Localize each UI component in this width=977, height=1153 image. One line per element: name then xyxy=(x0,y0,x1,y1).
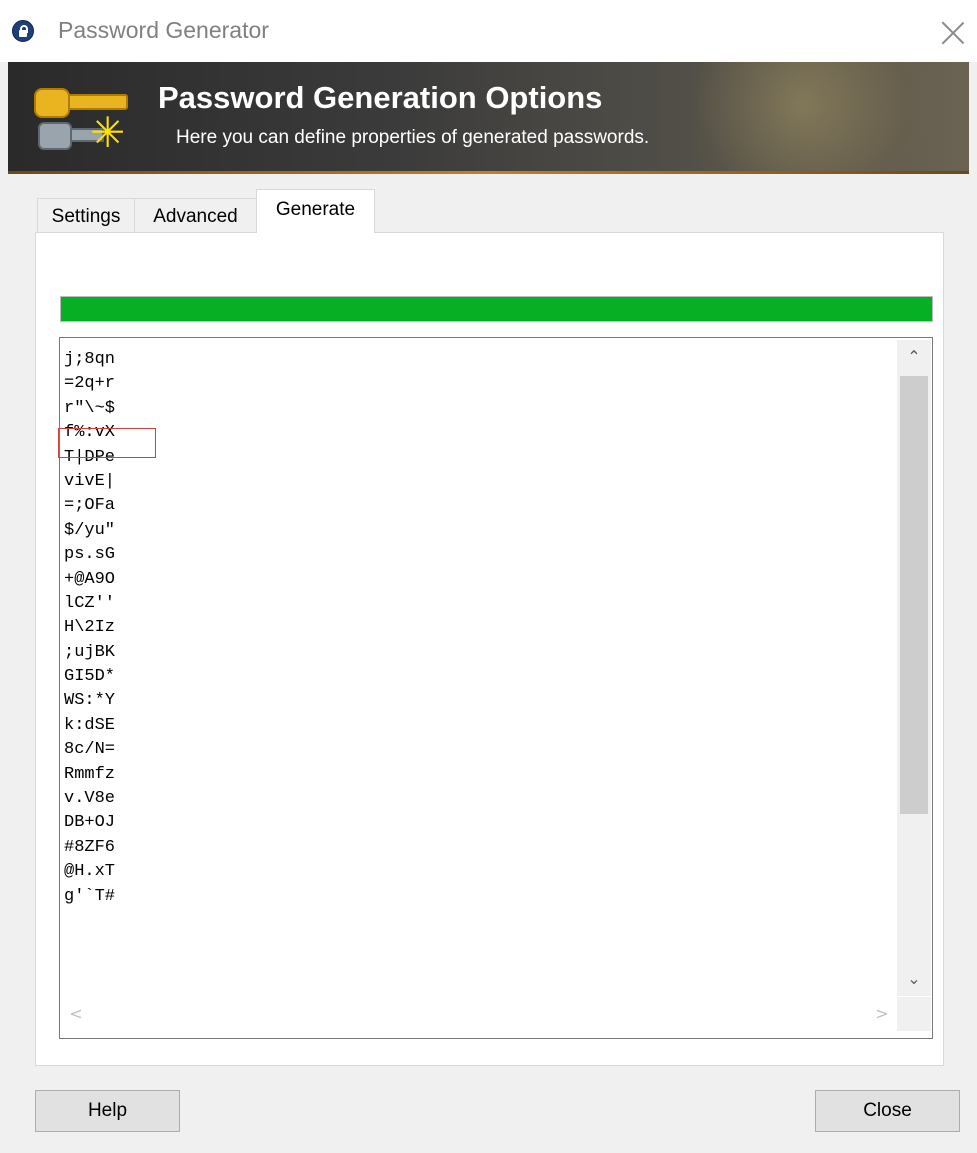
horizontal-scrollbar[interactable]: < > xyxy=(61,997,897,1031)
password-item: Rmmfz xyxy=(64,764,116,784)
password-item: 8c/N= xyxy=(64,740,116,760)
generated-passwords-textbox[interactable]: j;8qn =2q+r r"\~$ f%:vX T|DPe vivE| =;OFa $/yu"… xyxy=(59,337,933,1039)
lock-icon xyxy=(12,20,34,42)
banner-title: Password Generation Options xyxy=(158,80,603,115)
title-bar: Password Generator xyxy=(0,0,977,62)
tab-advanced[interactable]: Advanced xyxy=(134,198,257,232)
banner-subtitle: Here you can define properties of genera… xyxy=(176,127,650,148)
password-generator-window: Password Generator ✳ Password Generation… xyxy=(0,0,977,1153)
password-item: DB+OJ xyxy=(64,813,116,833)
tab-generate[interactable]: Generate xyxy=(256,189,375,233)
password-item: vivE| xyxy=(64,471,116,491)
vertical-scrollbar[interactable]: ⌃ ⌄ xyxy=(897,340,931,996)
password-item: GI5D* xyxy=(64,667,116,687)
header-banner: ✳ Password Generation Options Here you c… xyxy=(8,62,969,174)
password-quality-fill xyxy=(61,297,932,321)
banner-decoration xyxy=(698,62,958,174)
password-item: j;8qn xyxy=(64,350,116,369)
help-button[interactable]: Help xyxy=(35,1090,180,1132)
password-item: $/yu" xyxy=(64,520,116,540)
vertical-scroll-thumb[interactable] xyxy=(900,376,928,814)
password-item: @H.xT xyxy=(64,862,116,882)
close-button[interactable]: Close xyxy=(815,1090,960,1132)
password-item: k:dSE xyxy=(64,715,116,735)
close-icon[interactable] xyxy=(940,18,966,44)
password-item: =;OFa xyxy=(64,496,116,516)
password-item: v.V8e xyxy=(64,789,116,809)
password-item: g'`T# xyxy=(64,886,116,906)
scroll-right-icon[interactable]: > xyxy=(867,997,897,1031)
password-item: ;ujBK xyxy=(64,642,116,662)
highlighted-password-box xyxy=(58,428,156,458)
password-item: lCZ'' xyxy=(64,593,116,613)
scroll-up-icon[interactable]: ⌃ xyxy=(897,340,931,374)
scroll-down-icon[interactable]: ⌄ xyxy=(897,962,931,996)
password-item: WS:*Y xyxy=(64,691,116,711)
password-quality-bar xyxy=(60,296,933,322)
password-item: r"\~$ xyxy=(64,398,116,418)
password-item: H\2Iz xyxy=(64,618,116,638)
password-item: ps.sG xyxy=(64,545,116,565)
password-item: #8ZF6 xyxy=(64,837,116,857)
password-item: =2q+r xyxy=(64,374,116,394)
keys-generate-icon: ✳ xyxy=(28,78,138,156)
scroll-left-icon[interactable]: < xyxy=(61,997,91,1031)
scrollbar-corner xyxy=(897,997,931,1031)
window-title: Password Generator xyxy=(58,17,269,43)
tab-settings[interactable]: Settings xyxy=(37,198,135,232)
password-item: +@A9O xyxy=(64,569,116,589)
